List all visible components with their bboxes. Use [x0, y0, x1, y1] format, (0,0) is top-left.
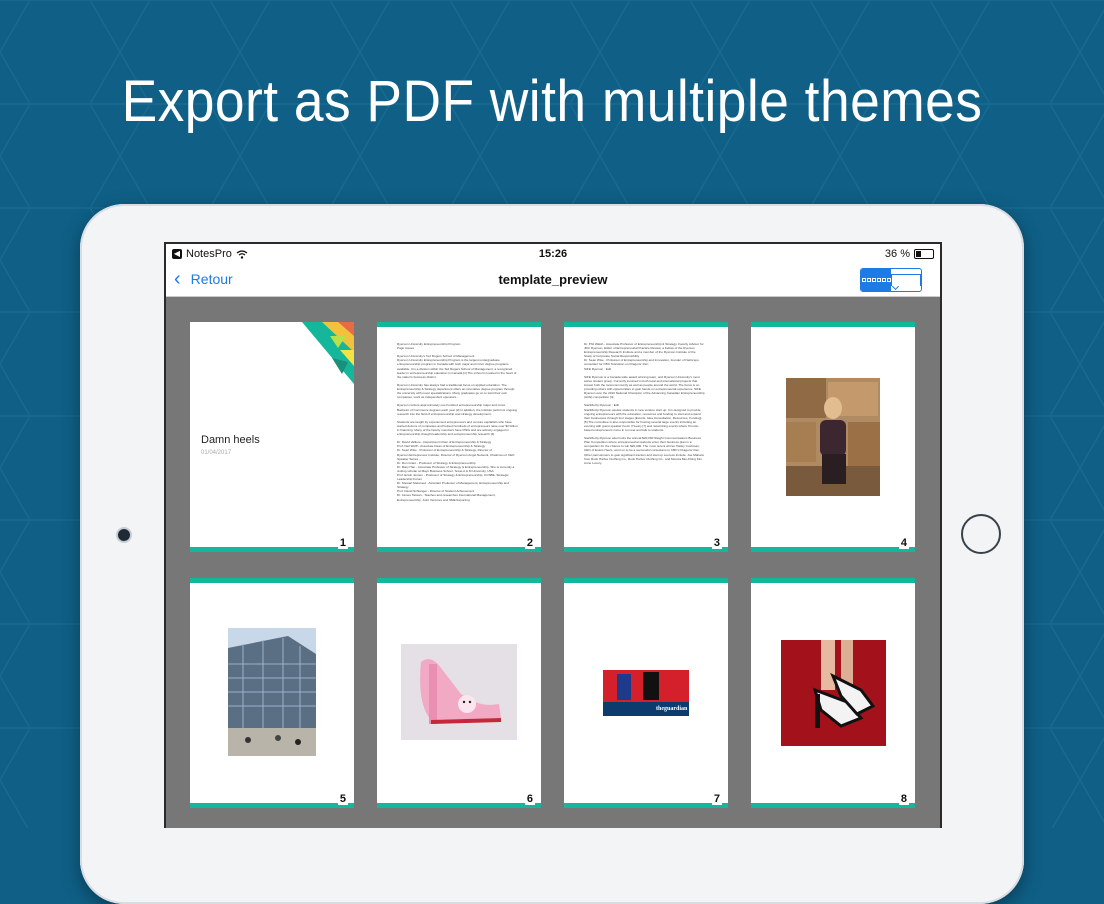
page-top-bar — [377, 578, 541, 583]
page-thumbnail-6[interactable]: 6 — [377, 578, 541, 808]
status-right: 36 % — [885, 248, 934, 260]
nav-title: template_preview — [498, 272, 608, 287]
page-bottom-bar — [751, 803, 915, 808]
page-bottom-bar — [377, 803, 541, 808]
page-thumbnail-7[interactable]: theguardian 7 — [564, 578, 728, 808]
page-number: 4 — [898, 537, 909, 549]
page-thumbnail-4[interactable]: 4 — [751, 322, 915, 552]
page-thumbnail-3[interactable]: Dr. Phil Walsh - Associate Professor of … — [564, 322, 728, 552]
page-text: Ryerson University Entrepreneurship Prog… — [397, 342, 518, 502]
battery-percent: 36 % — [884, 248, 910, 260]
cover-title: Damn heels — [201, 434, 260, 446]
page-number: 3 — [711, 537, 722, 549]
page-number: 6 — [524, 793, 535, 805]
page-bottom-bar — [377, 547, 541, 552]
cover-triangle-decoration — [302, 322, 354, 384]
page-number: 1 — [337, 537, 348, 549]
page-bottom-bar — [190, 547, 354, 552]
device-screen: ◀ NotesPro 15:26 36 % ‹ Retour template_… — [164, 242, 942, 828]
photo-modern-building — [228, 628, 316, 756]
page-top-bar — [751, 322, 915, 327]
photo-pink-high-heel — [401, 644, 517, 740]
status-bar: ◀ NotesPro 15:26 36 % — [166, 244, 940, 264]
page-bottom-bar — [751, 547, 915, 552]
page-number: 7 — [711, 793, 722, 805]
camera — [118, 529, 130, 541]
page-number: 2 — [524, 537, 535, 549]
photo-woman-with-boxes — [786, 378, 880, 496]
page-thumbnail-5[interactable]: 5 — [190, 578, 354, 808]
page-bottom-bar — [564, 803, 728, 808]
grid-icon — [861, 278, 891, 282]
home-button[interactable] — [961, 514, 1001, 554]
cover-date: 01/04/2017 — [201, 450, 232, 456]
page-top-bar — [377, 322, 541, 327]
page-top-bar — [751, 578, 915, 583]
navigation-bar: ‹ Retour template_preview — [166, 264, 940, 297]
photo-black-white-heels — [781, 640, 886, 746]
headline: Export as PDF with multiple themes — [121, 69, 983, 134]
page-top-bar — [564, 322, 728, 327]
page-bottom-bar — [564, 547, 728, 552]
bookmark-icon — [891, 274, 921, 286]
page-thumbnail-8[interactable]: 8 — [751, 578, 915, 808]
page-thumbnail-2[interactable]: Ryerson University Entrepreneurship Prog… — [377, 322, 541, 552]
page-number: 5 — [337, 793, 348, 805]
page-thumbnail-1[interactable]: Damn heels 01/04/2017 1 — [190, 322, 354, 552]
grid-view-button[interactable] — [861, 269, 891, 291]
page-top-bar — [190, 578, 354, 583]
view-mode-segmented-control[interactable] — [860, 268, 922, 292]
bookmark-view-button[interactable] — [891, 269, 921, 291]
photo-caption: theguardian — [656, 706, 688, 712]
status-time: 15:26 — [538, 248, 568, 260]
page-top-bar — [564, 578, 728, 583]
page-text: Dr. Phil Walsh - Associate Professor of … — [584, 342, 705, 465]
page-number: 8 — [898, 793, 909, 805]
battery-icon — [914, 249, 934, 259]
page-bottom-bar — [190, 803, 354, 808]
